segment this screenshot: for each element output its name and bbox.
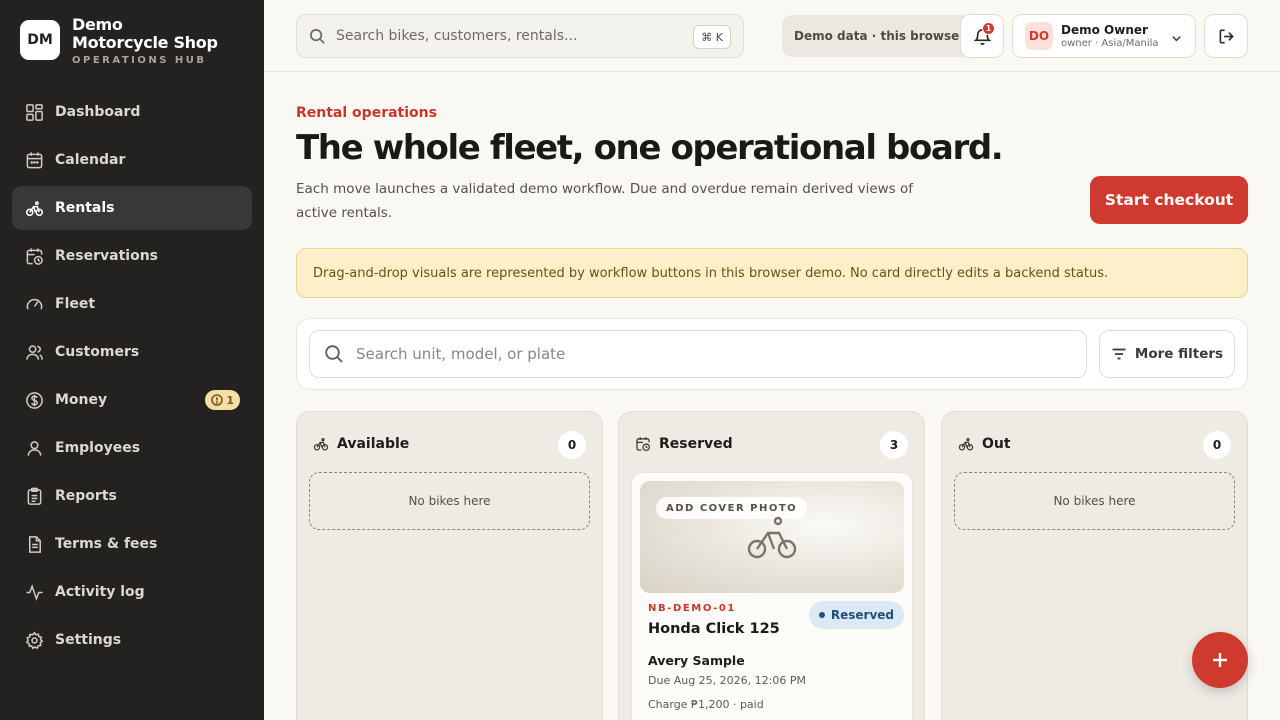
demo-notice: Drag-and-drop visuals are represented by… [296,248,1248,298]
avatar: DO [1025,22,1053,50]
rental-card[interactable]: ADD COVER PHOTO NB-DEMO-01 Honda Click 1… [631,472,913,720]
status-dot [818,612,825,618]
sidebar-item-dashboard[interactable]: Dashboard [12,90,252,134]
search-shortcut: ⌘ K [693,25,731,49]
sidebar-item-fleet[interactable]: Fleet [12,282,252,326]
page-eyebrow: Rental operations [296,105,437,121]
sidebar-item-settings[interactable]: Settings [12,618,252,662]
column-title: Available [337,436,410,452]
activity-icon [24,582,44,602]
sidebar-nav: Dashboard Calendar Rentals Reservations … [12,90,252,666]
notification-count: 1 [982,22,995,35]
gauge-icon [24,294,44,314]
sidebar-item-employees[interactable]: Employees [12,426,252,470]
add-button[interactable] [1192,632,1248,688]
money-alert-count: 1 [226,393,234,407]
global-search-input[interactable]: Search bikes, customers, rentals... ⌘ K [296,14,744,58]
document-icon [24,534,44,554]
more-filters-label: More filters [1134,346,1224,362]
empty-state: No bikes here [309,472,590,530]
user-role: owner · Asia/Manila [1061,38,1159,49]
sidebar-item-calendar[interactable]: Calendar [12,138,252,182]
column-title: Reserved [659,436,733,452]
column-count: 3 [880,431,908,459]
sidebar-item-label: Terms & fees [55,536,158,552]
user-menu[interactable]: DO Demo Owner owner · Asia/Manila [1012,14,1196,58]
status-label: Reserved [830,608,894,622]
plus-icon [1213,653,1227,667]
start-checkout-button[interactable]: Start checkout [1090,176,1248,224]
chevron-down-icon [1170,30,1183,49]
brand-subtitle: OPERATIONS HUB [72,55,207,66]
global-search-placeholder: Search bikes, customers, rentals... [336,28,578,44]
sidebar-item-terms-fees[interactable]: Terms & fees [12,522,252,566]
plate-number: NB-DEMO-01 [648,603,736,614]
sidebar-item-money[interactable]: Money 1 [12,378,252,422]
more-filters-button[interactable]: More filters [1099,330,1235,378]
due-date: Due Aug 25, 2026, 12:06 PM [648,674,806,687]
sidebar-item-label: Customers [55,344,140,360]
search-icon [310,28,325,44]
calendar-clock-icon [636,437,651,452]
column-reserved: Reserved 3 ADD COVER PHOTO NB-DEMO-01 Ho… [618,411,925,720]
sidebar-item-reservations[interactable]: Reservations [12,234,252,278]
column-count: 0 [1203,431,1231,459]
sidebar-item-label: Fleet [55,296,96,312]
alert-icon [211,394,224,406]
search-icon [325,345,343,363]
status-badge: Reserved [808,601,904,629]
bike-icon [744,513,800,565]
unit-search-placeholder: Search unit, model, or plate [356,345,566,363]
bike-icon [313,437,329,451]
bike-model: Honda Click 125 [648,621,780,637]
gear-icon [24,630,44,650]
sidebar-item-label: Reports [55,488,117,504]
sidebar-item-reports[interactable]: Reports [12,474,252,518]
column-available: Available 0 No bikes here [296,411,603,720]
column-title: Out [982,436,1011,452]
sidebar-item-label: Settings [55,632,122,648]
users-icon [24,342,44,362]
calendar-icon [24,150,44,170]
calendar-clock-icon [24,246,44,266]
page-description: Each move launches a validated demo work… [296,181,913,221]
sidebar-item-activity-log[interactable]: Activity log [12,570,252,614]
sidebar: DM Demo Motorcycle Shop OPERATIONS HUB D… [0,0,264,720]
sidebar-item-label: Reservations [55,248,158,264]
brand-name: Demo Motorcycle Shop [72,15,218,52]
user-name: Demo Owner [1061,23,1148,37]
bike-icon [24,198,44,218]
cover-photo[interactable]: ADD COVER PHOTO [640,481,904,593]
filter-icon [1112,348,1126,360]
dollar-icon [24,390,44,410]
sidebar-item-label: Money [55,392,108,408]
empty-state: No bikes here [954,472,1235,530]
sidebar-item-label: Dashboard [55,104,141,120]
sidebar-item-label: Calendar [55,152,126,168]
brand-logo: DM [20,20,60,60]
logout-button[interactable] [1204,14,1248,58]
sidebar-item-customers[interactable]: Customers [12,330,252,374]
dashboard-icon [24,102,44,122]
sidebar-item-label: Activity log [55,584,145,600]
sidebar-item-label: Employees [55,440,141,456]
charge-info: Charge ₱1,200 · paid [648,698,764,711]
sidebar-item-rentals[interactable]: Rentals [12,186,252,230]
topbar: Search bikes, customers, rentals... ⌘ K … [264,0,1280,72]
brand[interactable]: DM Demo Motorcycle Shop OPERATIONS HUB [20,16,222,66]
user-icon [24,438,44,458]
sidebar-item-label: Rentals [55,200,115,216]
logout-icon [1219,29,1234,43]
column-count: 0 [558,431,586,459]
clipboard-icon [24,486,44,506]
notifications-button[interactable]: 1 [960,14,1004,58]
demo-data-badge: Demo data · this browser [782,15,978,57]
bike-icon [958,437,974,451]
page-title: The whole fleet, one operational board. [296,128,1004,168]
customer-name: Avery Sample [648,653,745,668]
money-alert-badge: 1 [205,390,240,410]
unit-search-input[interactable]: Search unit, model, or plate [309,330,1087,378]
filter-bar: Search unit, model, or plate More filter… [296,318,1248,390]
